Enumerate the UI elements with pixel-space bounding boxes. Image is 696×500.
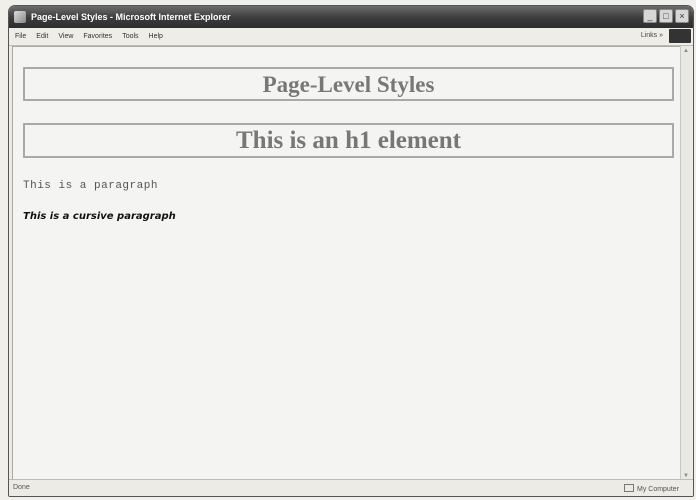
browser-window: Page-Level Styles - Microsoft Internet E… xyxy=(8,5,694,497)
scroll-up-icon[interactable]: ▲ xyxy=(683,48,689,54)
menu-bar: File Edit View Favorites Tools Help Link… xyxy=(9,28,693,46)
links-toolbar[interactable]: Links » xyxy=(641,32,663,39)
status-text: Done xyxy=(13,484,30,491)
windows-logo-icon xyxy=(669,29,691,43)
computer-icon xyxy=(623,484,634,492)
paragraph: This is a paragraph xyxy=(23,180,158,192)
close-button[interactable]: × xyxy=(675,9,689,23)
title-bar[interactable]: Page-Level Styles - Microsoft Internet E… xyxy=(9,6,693,28)
cursive-paragraph: This is a cursive paragraph xyxy=(23,211,176,222)
menu-favorites[interactable]: Favorites xyxy=(83,33,112,40)
window-title: Page-Level Styles - Microsoft Internet E… xyxy=(31,12,231,22)
maximize-button[interactable]: □ xyxy=(659,9,673,23)
page-title: Page-Level Styles xyxy=(23,67,674,101)
menu-edit[interactable]: Edit xyxy=(36,33,48,40)
window-controls: _ □ × xyxy=(643,9,689,23)
menu-tools[interactable]: Tools xyxy=(122,33,138,40)
zone-label: My Computer xyxy=(636,486,679,493)
menu-file[interactable]: File xyxy=(15,33,26,40)
vertical-scrollbar[interactable]: ▲ ▼ xyxy=(680,46,691,481)
menu-help[interactable]: Help xyxy=(149,33,163,40)
menu-view[interactable]: View xyxy=(58,33,73,40)
page-content: Page-Level Styles This is an h1 element … xyxy=(12,46,681,481)
status-bar: Done My Computer xyxy=(9,479,693,496)
h1-heading: This is an h1 element xyxy=(23,123,674,158)
minimize-button[interactable]: _ xyxy=(643,9,657,23)
zone-indicator: My Computer xyxy=(623,484,679,493)
internet-explorer-icon xyxy=(14,11,26,23)
